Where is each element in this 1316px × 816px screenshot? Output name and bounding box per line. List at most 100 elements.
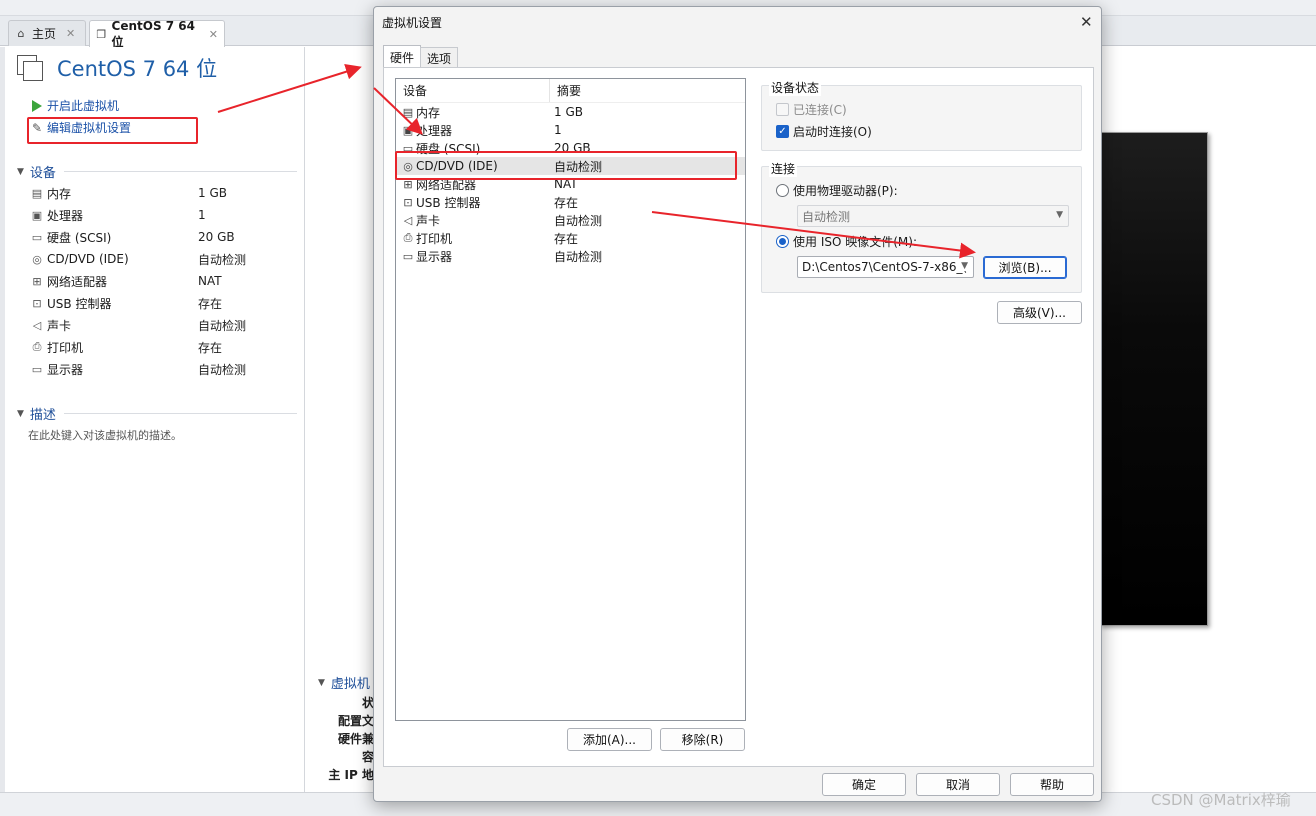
- vm-title-text: CentOS 7 64 位: [57, 57, 218, 81]
- iso-path-combobox[interactable]: D:\Centos7\CentOS-7-x86_( ▼: [797, 256, 974, 278]
- cancel-button[interactable]: 取消: [916, 773, 1000, 796]
- device-row[interactable]: ▣ 处理器 1: [29, 204, 299, 226]
- hardware-row[interactable]: ▣ 处理器 1: [396, 121, 745, 139]
- physical-drive-select: 自动检测 ▼: [797, 205, 1069, 227]
- device-row[interactable]: ▤ 内存 1 GB: [29, 182, 299, 204]
- hardware-name: 声卡: [416, 213, 441, 228]
- physical-drive-radio[interactable]: 使用物理驱动器(P):: [776, 182, 898, 199]
- vm-icon: [17, 55, 43, 81]
- close-icon[interactable]: ✕: [1080, 13, 1093, 31]
- column-device[interactable]: 设备: [396, 79, 550, 102]
- remove-button[interactable]: 移除(R): [660, 728, 745, 751]
- physical-drive-label: 使用物理驱动器(P):: [793, 184, 898, 198]
- ok-button[interactable]: 确定: [822, 773, 906, 796]
- device-name: 处理器: [47, 208, 84, 223]
- device-row[interactable]: ⊞ 网络适配器 NAT: [29, 270, 299, 292]
- memory-icon: ▤: [31, 186, 43, 200]
- device-value: NAT: [198, 274, 222, 288]
- iso-image-radio[interactable]: 使用 ISO 映像文件(M):: [776, 233, 917, 250]
- tab-options[interactable]: 选项: [420, 47, 459, 68]
- detail-label-config: 配置文: [337, 714, 374, 728]
- tab-hardware[interactable]: 硬件: [383, 45, 422, 68]
- device-name: 硬盘 (SCSI): [47, 230, 112, 245]
- annotation-box-cd-dvd: [395, 151, 737, 180]
- device-row[interactable]: ▭ 硬盘 (SCSI) 20 GB: [29, 226, 299, 248]
- usb-icon: ⊡: [32, 296, 42, 310]
- vm-details-header[interactable]: ▼ 虚拟机: [318, 673, 370, 692]
- device-name: 打印机: [47, 340, 84, 355]
- device-name: USB 控制器: [47, 296, 112, 311]
- printer-icon: ⎙: [32, 340, 42, 353]
- device-value: 存在: [198, 340, 223, 355]
- connected-label: 已连接(C): [793, 103, 847, 117]
- iso-image-label: 使用 ISO 映像文件(M):: [793, 235, 917, 249]
- add-button[interactable]: 添加(A)...: [567, 728, 652, 751]
- browse-button[interactable]: 浏览(B)...: [983, 256, 1067, 279]
- collapse-icon: ▼: [318, 677, 325, 688]
- hardware-summary: 自动检测: [554, 249, 603, 264]
- cpu-icon: ▣: [402, 123, 414, 137]
- collapse-icon: ▼: [17, 408, 24, 419]
- tab-home-label: 主页: [32, 27, 57, 41]
- checkmark-icon: ✓: [776, 125, 789, 138]
- device-value: 自动检测: [198, 362, 247, 377]
- close-icon[interactable]: ✕: [209, 28, 218, 41]
- monitor-icon: ▭: [31, 362, 43, 376]
- cpu-icon: ▣: [31, 208, 43, 222]
- memory-icon: ▤: [402, 105, 414, 119]
- device-name: 内存: [47, 186, 72, 201]
- play-icon: [31, 99, 43, 112]
- description-section-header[interactable]: ▼ 描述: [17, 404, 297, 423]
- vm-icon: ❐: [96, 27, 107, 41]
- power-on-link[interactable]: 开启此虚拟机: [31, 97, 119, 114]
- device-name: CD/DVD (IDE): [47, 252, 129, 266]
- hardware-name: USB 控制器: [416, 195, 481, 210]
- advanced-button[interactable]: 高级(V)...: [997, 301, 1082, 324]
- hardware-summary: 存在: [554, 195, 579, 210]
- tab-home[interactable]: ⌂ 主页 ✕: [8, 20, 86, 46]
- device-status-label: 设备状态: [769, 79, 822, 96]
- device-row[interactable]: ⎙ 打印机 存在: [29, 336, 299, 358]
- device-value: 自动检测: [198, 318, 247, 333]
- annotation-box-edit-settings: [27, 117, 198, 144]
- hardware-name: 打印机: [416, 231, 453, 246]
- chevron-down-icon[interactable]: ▼: [961, 261, 968, 271]
- hardware-row[interactable]: ◁ 声卡 自动检测: [396, 211, 745, 229]
- detail-label-compat: 硬件兼容: [337, 732, 374, 764]
- device-value: 1 GB: [198, 186, 227, 200]
- printer-icon: ⎙: [403, 231, 413, 244]
- help-button[interactable]: 帮助: [1010, 773, 1094, 796]
- hardware-list-header: 设备 摘要: [396, 79, 745, 103]
- collapse-icon: ▼: [17, 166, 24, 177]
- connect-at-power-on-checkbox[interactable]: ✓ 启动时连接(O): [776, 123, 872, 140]
- cd-icon: ◎: [32, 252, 42, 266]
- home-icon: ⌂: [17, 27, 25, 40]
- device-row[interactable]: ◁ 声卡 自动检测: [29, 314, 299, 336]
- vm-title: CentOS 7 64 位: [17, 53, 217, 83]
- vm-screen-thumbnail[interactable]: [1100, 132, 1208, 626]
- watermark: CSDN @Matrix梓瑜: [1151, 791, 1291, 809]
- device-row[interactable]: ▭ 显示器 自动检测: [29, 358, 299, 380]
- close-icon[interactable]: ✕: [66, 27, 75, 40]
- devices-section-header[interactable]: ▼ 设备: [17, 162, 297, 181]
- radio-icon: [776, 184, 789, 197]
- device-row[interactable]: ⊡ USB 控制器 存在: [29, 292, 299, 314]
- hardware-summary: 1 GB: [554, 105, 583, 119]
- detail-label-status: 状: [361, 696, 374, 710]
- column-summary[interactable]: 摘要: [550, 79, 581, 102]
- hardware-row[interactable]: ▤ 内存 1 GB: [396, 103, 745, 121]
- speaker-icon: ◁: [32, 318, 42, 332]
- connect-at-power-on-label: 启动时连接(O): [793, 125, 872, 139]
- monitor-icon: ▭: [402, 249, 414, 263]
- chevron-down-icon: ▼: [1056, 210, 1063, 220]
- devices-header-label: 设备: [29, 166, 56, 181]
- hardware-row[interactable]: ▭ 显示器 自动检测: [396, 247, 745, 265]
- tab-vm[interactable]: ❐ CentOS 7 64 位 ✕: [89, 19, 225, 49]
- hardware-row[interactable]: ⊡ USB 控制器 存在: [396, 193, 745, 211]
- device-row[interactable]: ◎ CD/DVD (IDE) 自动检测: [29, 248, 299, 270]
- device-name: 声卡: [47, 318, 72, 333]
- hardware-row[interactable]: ⎙ 打印机 存在: [396, 229, 745, 247]
- hardware-summary: 1: [554, 123, 562, 137]
- dialog-title: 虚拟机设置: [382, 16, 443, 30]
- description-placeholder[interactable]: 在此处键入对该虚拟机的描述。: [28, 427, 182, 443]
